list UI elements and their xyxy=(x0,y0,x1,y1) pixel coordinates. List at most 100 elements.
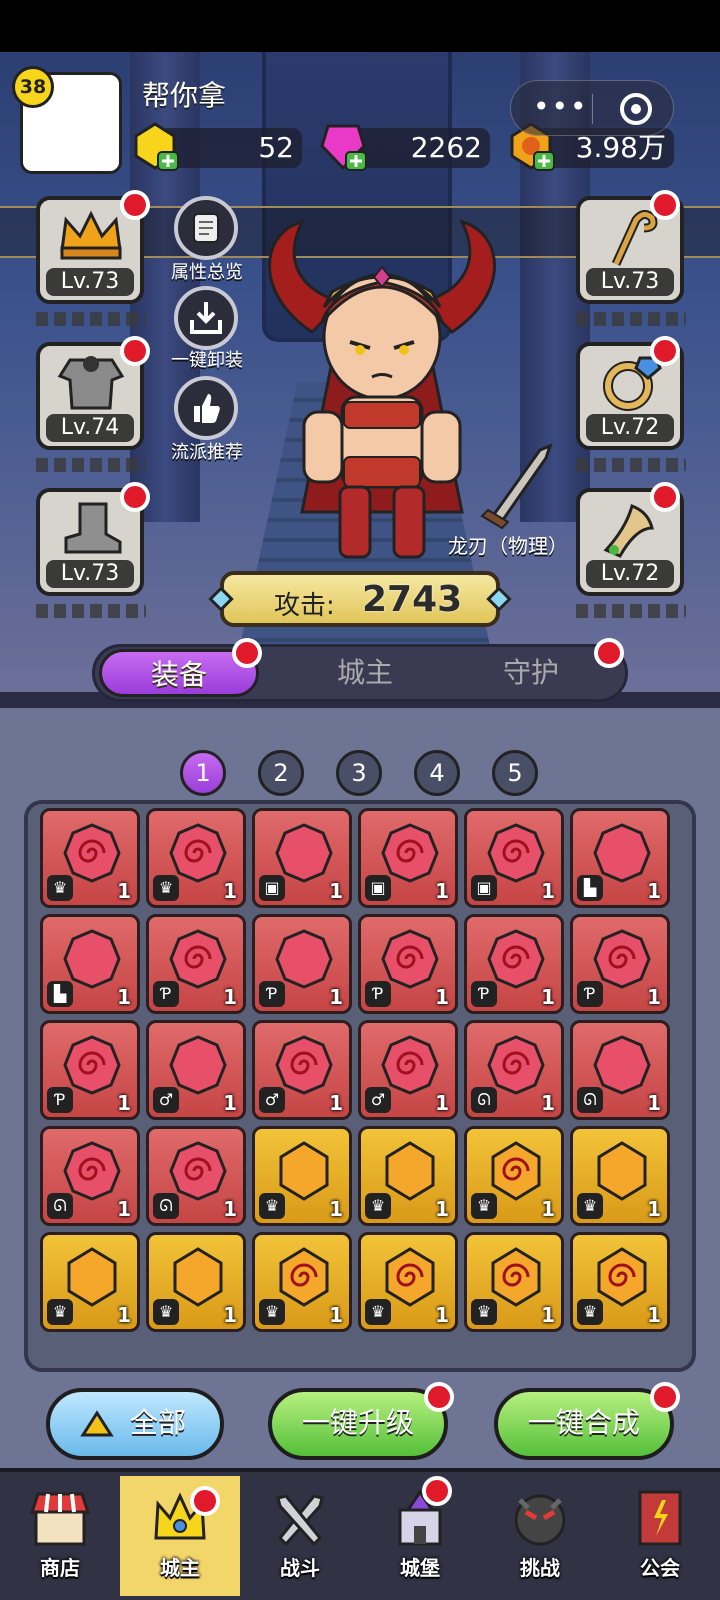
inventory-item[interactable]: Ƥ1 xyxy=(40,1020,140,1120)
nav-challenge[interactable]: 挑战 xyxy=(480,1476,600,1596)
upgrade-all-button[interactable]: 一键升级 xyxy=(268,1388,448,1460)
notification-dot xyxy=(190,1486,220,1516)
inventory-item[interactable]: ♛ 1 xyxy=(252,1232,352,1332)
inventory-item[interactable]: ♛ 1 xyxy=(570,1126,670,1226)
slot-type-icon: ▣ xyxy=(365,875,391,901)
inventory-grid: ♛ 1 ♛ 1 ▣ 1 ▣ 1 ▣ 1 ▙ 1 ▙ 1 Ƥ 1 Ƥ 1 Ƥ 1 Ƥ 1 Ƥ 1 Ƥ 1 ♂ 1 ♂ 1 ♂ 1 ᘏ 1 ᘏ 1 ᘏ 1 ᘏ 1… xyxy=(24,800,696,1372)
item-count: 1 xyxy=(435,985,449,1009)
inventory-item[interactable]: ᘏ1 xyxy=(464,1020,564,1120)
close-target-icon[interactable] xyxy=(620,93,652,125)
slot-type-icon: ♛ xyxy=(47,875,73,901)
notification-dot xyxy=(422,1476,452,1506)
scroll-icon xyxy=(193,213,219,243)
pink-diamond-icon[interactable] xyxy=(318,120,368,172)
page-button-5[interactable]: 5 xyxy=(492,750,538,796)
star-row xyxy=(574,604,686,618)
inventory-item[interactable]: Ƥ1 xyxy=(464,914,564,1014)
weapon-label: 龙刃（物理） xyxy=(448,534,568,558)
inventory-item[interactable]: ᘏ1 xyxy=(146,1126,246,1226)
slot-type-icon: Ƥ xyxy=(153,981,179,1007)
equip-level: Lv.74 xyxy=(46,414,134,442)
nav-guild[interactable]: 公会 xyxy=(600,1476,720,1596)
unequip-all-button[interactable] xyxy=(174,286,238,350)
page-button-2[interactable]: 2 xyxy=(258,750,304,796)
item-count: 1 xyxy=(329,1303,343,1327)
inventory-item[interactable]: ♛ 1 xyxy=(464,1126,564,1226)
inventory-item[interactable]: ♛ 1 xyxy=(40,1232,140,1332)
item-count: 1 xyxy=(117,879,131,903)
item-count: 1 xyxy=(435,879,449,903)
slot-type-icon: ♛ xyxy=(471,1299,497,1325)
slot-type-icon: ♛ xyxy=(471,1193,497,1219)
inventory-item[interactable]: ♛ 1 xyxy=(146,808,246,908)
inventory-item[interactable]: ♂ 1 xyxy=(252,1020,352,1120)
slot-type-icon: ▙ xyxy=(47,981,73,1007)
tab-guard[interactable]: 守护 xyxy=(451,647,611,699)
star-row xyxy=(34,458,146,472)
inventory-item[interactable]: ♛ 1 xyxy=(358,1126,458,1226)
item-count: 1 xyxy=(541,879,555,903)
tab-lord[interactable]: 城主 xyxy=(285,647,445,699)
nav-battle[interactable]: 战斗 xyxy=(240,1476,360,1596)
inventory-item[interactable]: ♛ 1 xyxy=(464,1232,564,1332)
inventory-item[interactable]: ▣ 1 xyxy=(358,808,458,908)
dragon-blade-icon[interactable] xyxy=(470,440,570,530)
tab-bar: 装备 城主 守护 xyxy=(92,644,628,702)
unequip-icon xyxy=(190,302,222,334)
equip-level: Lv.73 xyxy=(46,560,134,588)
inventory-item[interactable]: ♛ 1 xyxy=(358,1232,458,1332)
inventory-item[interactable]: ▙ 1 xyxy=(570,808,670,908)
slot-type-icon: ♛ xyxy=(259,1193,285,1219)
page-button-3[interactable]: 3 xyxy=(336,750,382,796)
slot-type-icon: ♂ xyxy=(259,1087,285,1113)
item-count: 1 xyxy=(117,1197,131,1221)
side-button-label: 一键卸装 xyxy=(171,350,243,371)
slot-type-icon: ▙ xyxy=(577,875,603,901)
build-recommend-button[interactable] xyxy=(174,376,238,440)
inventory-item[interactable]: ♛ 1 xyxy=(252,1126,352,1226)
inventory-item[interactable]: ♂ 1 xyxy=(146,1020,246,1120)
equip-level: Lv.73 xyxy=(586,268,674,296)
item-count: 1 xyxy=(647,1091,661,1115)
inventory-item[interactable]: Ƥ1 xyxy=(146,914,246,1014)
nav-shop[interactable]: 商店 xyxy=(0,1476,120,1596)
slot-type-icon: Ƥ xyxy=(577,981,603,1007)
inventory-item[interactable]: Ƥ1 xyxy=(570,914,670,1014)
mini-program-capsule: ••• xyxy=(510,80,674,136)
item-count: 1 xyxy=(223,1197,237,1221)
inventory-item[interactable]: ▙ 1 xyxy=(40,914,140,1014)
notification-dot xyxy=(650,190,680,220)
nav-castle[interactable]: 城堡 xyxy=(360,1476,480,1596)
page-button-1[interactable]: 1 xyxy=(180,750,226,796)
equip-level: Lv.72 xyxy=(586,560,674,588)
thumbs-up-icon xyxy=(194,394,220,423)
page-button-4[interactable]: 4 xyxy=(414,750,460,796)
inventory-item[interactable]: ♂ 1 xyxy=(358,1020,458,1120)
equip-level: Lv.72 xyxy=(586,414,674,442)
item-count: 1 xyxy=(329,1197,343,1221)
item-count: 1 xyxy=(435,1197,449,1221)
inventory-item[interactable]: ▣ 1 xyxy=(252,808,352,908)
side-button-label: 流派推荐 xyxy=(171,442,243,463)
notification-dot xyxy=(120,190,150,220)
inventory-item[interactable]: ᘏ1 xyxy=(40,1126,140,1226)
inventory-item[interactable]: Ƥ1 xyxy=(358,914,458,1014)
slot-type-icon: Ƥ xyxy=(365,981,391,1007)
inventory-item[interactable]: ᘏ1 xyxy=(570,1020,670,1120)
inventory-item[interactable]: ♛ 1 xyxy=(40,808,140,908)
inventory-item[interactable]: ♛ 1 xyxy=(146,1232,246,1332)
gold-gem-icon[interactable] xyxy=(130,120,180,172)
nav-lord[interactable]: 城主 xyxy=(120,1476,240,1596)
filter-all-button[interactable]: 全部 xyxy=(46,1388,224,1460)
slot-type-icon: ♛ xyxy=(153,875,179,901)
slot-type-icon: ♛ xyxy=(47,1299,73,1325)
inventory-item[interactable]: ▣ 1 xyxy=(464,808,564,908)
inventory-item[interactable]: Ƥ1 xyxy=(252,914,352,1014)
item-count: 1 xyxy=(435,1091,449,1115)
inventory-item[interactable]: ♛ 1 xyxy=(570,1232,670,1332)
merge-all-button[interactable]: 一键合成 xyxy=(494,1388,674,1460)
more-icon[interactable]: ••• xyxy=(533,93,589,121)
star-row xyxy=(574,312,686,326)
equip-level: Lv.73 xyxy=(46,268,134,296)
attribute-overview-button[interactable] xyxy=(174,196,238,260)
